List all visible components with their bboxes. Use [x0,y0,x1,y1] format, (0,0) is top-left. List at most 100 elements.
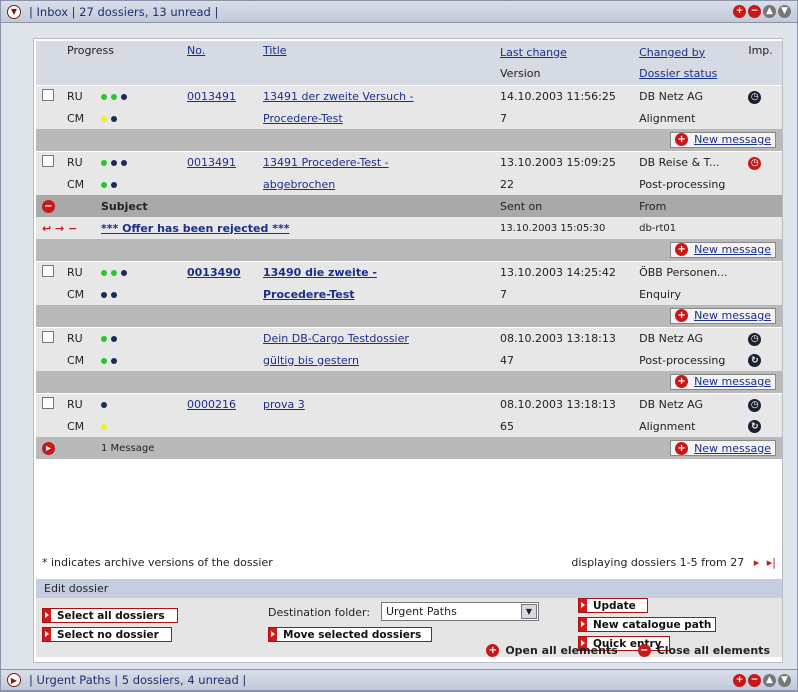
message-sent: 13.10.2003 15:05:30 [494,217,634,239]
version: 7 [494,283,634,305]
sync-icon: ↻ [748,354,762,368]
destination-label: Destination folder: [268,606,371,619]
table-row: CM 65 Alignment ↻ [36,415,782,437]
dossier-number[interactable]: 0013490 [187,266,241,279]
new-message-button[interactable]: + New message [670,373,776,390]
expand-controls: + Open all elements − Close all elements [36,639,782,661]
up-icon[interactable]: ▲ [763,5,776,18]
dossier-number[interactable]: 0000216 [187,398,236,411]
cm-label: CM [61,173,95,195]
expand-messages-icon[interactable]: ▸ [42,442,55,455]
row-checkbox[interactable] [42,264,54,277]
urgent-titlebar: ▶ | Urgent Paths | 5 dossiers, 4 unread … [1,669,797,691]
remove-icon[interactable]: − [748,674,761,687]
dossier-title[interactable]: abgebrochen [263,178,335,191]
open-all-icon: + [486,643,500,657]
table-row: RU 0013491 13491 der zweite Versuch - 14… [36,84,782,107]
dossier-title[interactable]: Procedere-Test [263,112,343,125]
new-message-button[interactable]: + New message [670,307,776,324]
expand-urgent-button[interactable]: ▶ [7,673,21,687]
select-all-button[interactable]: Select all dossiers [42,608,178,623]
progress-dots [95,415,181,437]
row-checkbox[interactable] [42,154,54,167]
add-icon[interactable]: + [733,674,746,687]
collapse-messages-icon[interactable]: − [42,200,55,213]
dossier-status: Alignment [633,415,743,437]
dossier-title[interactable]: 13491 der zweite Versuch - [263,90,414,103]
table-row: RU Dein DB-Cargo Testdossier 08.10.2003 … [36,326,782,349]
col-no[interactable]: No. [187,44,205,57]
down-icon[interactable]: ▼ [778,674,791,687]
new-message-button[interactable]: + New message [670,440,776,456]
close-all-button[interactable]: − Close all elements [637,643,770,657]
next-page-icon[interactable]: ▸ [754,556,760,569]
open-all-button[interactable]: + Open all elements [486,643,618,657]
version: 22 [494,173,634,195]
col-dossier-status[interactable]: Dossier status [639,67,717,80]
message-action-icons[interactable]: ↩ → − [36,217,95,239]
last-change: 13.10.2003 14:25:42 [494,260,634,283]
dossier-status: Post-processing [633,349,743,371]
col-title[interactable]: Title [263,44,287,57]
dossier-title[interactable]: Procedere-Test [263,288,355,301]
last-change: 14.10.2003 11:56:25 [494,84,634,107]
dossier-title[interactable]: prova 3 [263,398,305,411]
cm-label: CM [61,107,95,129]
ru-label: RU [61,392,95,415]
table-row: CM Procedere-Test 7 Enquiry [36,283,782,305]
update-button[interactable]: Update [578,598,648,613]
collapse-inbox-button[interactable]: ▼ [7,4,21,19]
version: 65 [494,415,634,437]
last-change: 08.10.2003 13:18:13 [494,392,634,415]
progress-dots [95,326,181,349]
urgent-title: | Urgent Paths | 5 dossiers, 4 unread | [29,673,247,687]
down-icon[interactable]: ▼ [778,5,791,18]
new-message-button[interactable]: + New message [670,241,776,258]
table-row: CM gültig bis gestern 47 Post-processing… [36,349,782,371]
row-checkbox[interactable] [42,396,54,409]
dossier-title[interactable]: 13491 Procedere-Test - [263,156,389,169]
table-footer: * indicates archive versions of the doss… [36,551,782,573]
progress-dots [95,392,181,415]
destination-select[interactable]: Urgent Paths ▼ [381,602,539,621]
clock-icon: ◷ [748,398,762,412]
message-subject[interactable]: *** Offer has been rejected *** [101,222,289,235]
dossier-title[interactable]: gültig bis gestern [263,354,359,367]
dossier-table: Progress No. Title Last change Changed b… [36,41,782,459]
table-row: CM abgebrochen 22 Post-processing [36,173,782,195]
new-catalogue-path-button[interactable]: New catalogue path [578,617,716,632]
clock-icon: ◷ [748,90,762,104]
changed-by: DB Reise & T... [633,150,743,173]
remove-icon[interactable]: − [748,5,761,18]
dossier-status: Post-processing [633,173,743,195]
progress-dots [95,84,181,107]
changed-by: ÖBB Personen... [633,260,743,283]
last-change: 13.10.2003 15:09:25 [494,150,634,173]
last-page-icon[interactable]: ▸| [767,556,776,569]
plus-icon: + [675,441,689,455]
dossier-status: Enquiry [633,283,743,305]
progress-dots [95,283,181,305]
up-icon[interactable]: ▲ [763,674,776,687]
dossier-number[interactable]: 0013491 [187,90,236,103]
dossier-title[interactable]: Dein DB-Cargo Testdossier [263,332,409,345]
plus-icon: + [675,133,689,147]
col-last-change[interactable]: Last change [500,46,567,59]
table-row: CM Procedere-Test 7 Alignment [36,107,782,129]
changed-by: DB Netz AG [633,392,743,415]
col-changed-by[interactable]: Changed by [639,46,705,59]
plus-icon: + [675,243,689,257]
window-frame: ▼ | Inbox | 27 dossiers, 13 unread | + −… [0,0,798,692]
from-header: From [633,195,782,217]
table-row: RU 0013490 13490 die zweite - 13.10.2003… [36,260,782,283]
col-progress: Progress [61,41,181,85]
add-icon[interactable]: + [733,5,746,18]
dossier-title[interactable]: 13490 die zweite - [263,266,377,279]
progress-dots [95,260,181,283]
table-row: RU 0000216 prova 3 08.10.2003 13:18:13 D… [36,392,782,415]
new-message-button[interactable]: + New message [670,131,776,148]
row-checkbox[interactable] [42,88,54,101]
row-checkbox[interactable] [42,330,54,343]
dossier-number[interactable]: 0013491 [187,156,236,169]
progress-dots [95,150,181,173]
